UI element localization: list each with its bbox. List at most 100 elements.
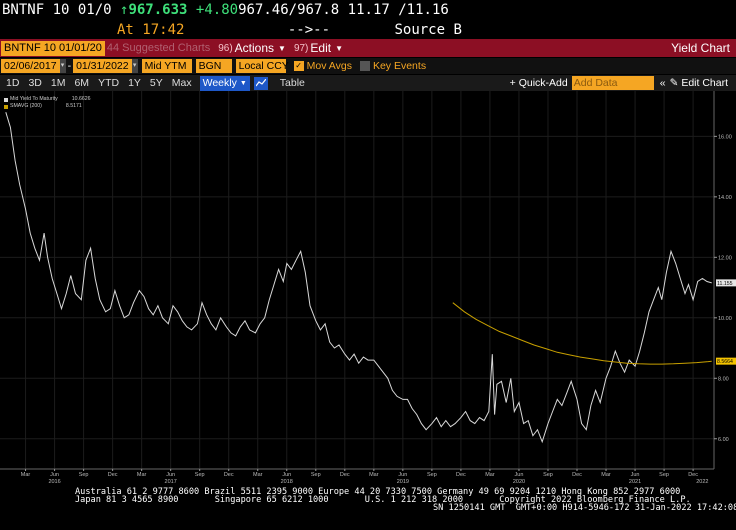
last-value-label: 8.5664 — [717, 359, 733, 365]
legend-yield-value: 10.6626 — [71, 96, 91, 102]
caret-down-icon: ▼ — [239, 79, 247, 87]
tick-up-icon: ↑ — [120, 2, 129, 18]
edit-menu[interactable]: 97) Edit ▼ — [294, 41, 343, 55]
last-value-label: 11.155 — [717, 281, 733, 287]
last-price: 967.633 — [128, 2, 188, 18]
legend-smavg-name: SMAVG (200) — [10, 103, 42, 109]
y-tick-label: 10.00 — [718, 316, 732, 322]
legend-swatch — [4, 97, 8, 102]
edit-chart-label: Edit Chart — [681, 77, 728, 89]
range-1m[interactable]: 1M — [51, 77, 66, 89]
x-year-label: 2019 — [397, 479, 409, 485]
footer: Australia 61 2 9777 8600 Brazil 5511 239… — [0, 486, 736, 530]
x-tick-label: Mar — [21, 472, 31, 478]
page-title: Yield Chart — [671, 41, 730, 55]
y-tick-label: 14.00 — [718, 195, 732, 201]
legend-swatch — [4, 104, 8, 109]
x-tick-label: Jun — [631, 472, 640, 478]
actions-menu[interactable]: 96) Actions ▼ — [218, 41, 286, 55]
x-tick-label: Mar — [601, 472, 611, 478]
legend-yield-name: Mid Yield To Maturity — [10, 96, 58, 102]
table-button[interactable]: Table — [280, 77, 305, 89]
x-year-label: 2018 — [281, 479, 293, 485]
frequency-selector[interactable]: Weekly ▼ — [199, 75, 250, 91]
pricing-source-field[interactable]: BGN — [195, 59, 232, 73]
caret-down-icon: ▼ — [335, 43, 343, 53]
x-tick-label: Dec — [108, 472, 118, 478]
x-tick-label: Dec — [224, 472, 234, 478]
settings-row: 02/06/2017 ▾ - 01/31/2022 ▾ Mid YTM BGN … — [0, 58, 736, 74]
x-year-label: 2022 — [696, 479, 708, 485]
ask-price: /967.8 — [288, 2, 340, 18]
x-tick-label: Jun — [166, 472, 175, 478]
legend-smavg-value: 8.5171 — [65, 103, 82, 109]
x-tick-label: Mar — [369, 472, 379, 478]
yield-bid: 11.17 — [347, 2, 390, 18]
x-tick-label: Sep — [427, 472, 437, 478]
x-tick-label: Dec — [456, 472, 466, 478]
edit-chart-button[interactable]: ✎ Edit Chart — [670, 77, 728, 89]
x-year-label: 2016 — [48, 479, 60, 485]
x-tick-label: Dec — [340, 472, 350, 478]
mov-avgs-label[interactable]: Mov Avgs — [307, 60, 352, 72]
x-tick-label: Mar — [137, 472, 147, 478]
range-ytd[interactable]: YTD — [98, 77, 119, 89]
range-max[interactable]: Max — [172, 77, 192, 89]
field-selector[interactable]: Mid YTM — [141, 59, 192, 73]
collapse-icon[interactable]: « — [660, 77, 666, 89]
x-tick-label: Sep — [79, 472, 89, 478]
calendar-icon[interactable]: ▾ — [59, 59, 66, 73]
x-year-label: 2020 — [513, 479, 525, 485]
key-events-label[interactable]: Key Events — [373, 60, 426, 72]
pencil-icon: ✎ — [669, 77, 679, 89]
security-field[interactable]: BNTNF 10 01/01/20 — [1, 40, 105, 56]
x-tick-label: Sep — [311, 472, 321, 478]
quote-time: At 17:42 — [117, 22, 185, 38]
chart-canvas[interactable]: 6.00 8.00 10.00 12.00 14.00 16.00 Mar Jun Sep Dec… — [0, 91, 736, 486]
x-tick-label: Mar — [485, 472, 495, 478]
legend-smavg: SMAVG (200) 8.5171 — [4, 103, 91, 110]
range-6m[interactable]: 6M — [74, 77, 89, 89]
range-3d[interactable]: 3D — [28, 77, 41, 89]
range-5y[interactable]: 5Y — [150, 77, 163, 89]
yield-ask: /11.16 — [398, 2, 449, 18]
caret-down-icon: ▼ — [278, 43, 286, 53]
x-tick-label: Sep — [543, 472, 553, 478]
currency-field[interactable]: Local CCY — [235, 59, 289, 73]
frequency-label: Weekly — [202, 76, 237, 89]
line-chart-icon[interactable] — [253, 76, 268, 90]
x-year-label: 2017 — [165, 479, 177, 485]
y-tick-label: 8.00 — [718, 376, 729, 382]
x-tick-label: Jun — [50, 472, 59, 478]
y-tick-label: 12.00 — [718, 255, 732, 261]
quote-dashes: -->-- — [287, 22, 331, 38]
x-year-label: 2021 — [629, 479, 641, 485]
end-date-field[interactable]: 01/31/2022 — [73, 59, 132, 73]
smavg-line — [452, 302, 712, 365]
price-change: +4.80 — [195, 2, 239, 18]
range-1y[interactable]: 1Y — [128, 77, 141, 89]
quote-source: Source B — [394, 22, 462, 38]
start-date-field[interactable]: 02/06/2017 — [1, 59, 60, 73]
x-tick-label: Sep — [659, 472, 669, 478]
add-data-input[interactable]: Add Data — [571, 76, 654, 90]
quote-line: BNTNF 10 01/0 ↑967.633 +4.80967.46/967.8… — [2, 2, 449, 20]
calendar-icon[interactable]: ▾ — [131, 59, 138, 73]
footer-line-3: SN 1250141 GMT GMT+0:00 H914-5946-172 31… — [433, 503, 736, 513]
x-tick-label: Jun — [398, 472, 407, 478]
quote-line-2: At 17:42 -->-- Source B — [2, 22, 462, 38]
edit-label: Edit — [310, 41, 332, 55]
date-separator: - — [67, 60, 72, 72]
quote-ticker: BNTNF 10 01/0 — [2, 2, 112, 18]
quick-add-button[interactable]: + Quick-Add — [510, 77, 568, 89]
yield-chart[interactable]: 6.00 8.00 10.00 12.00 14.00 16.00 Mar Jun Sep Dec… — [0, 91, 736, 486]
suggested-charts-button[interactable]: 44 Suggested Charts — [107, 42, 210, 54]
range-1d[interactable]: 1D — [6, 77, 19, 89]
range-row: 1D 3D 1M 6M YTD 1Y 5Y Max Weekly ▼ Table… — [0, 75, 736, 91]
mov-avgs-checkbox[interactable]: ✓ — [293, 61, 304, 71]
legend-yield: Mid Yield To Maturity 10.6626 — [4, 96, 91, 103]
key-events-checkbox[interactable] — [359, 61, 370, 71]
actions-label: Actions — [234, 41, 275, 55]
x-tick-label: Jun — [515, 472, 524, 478]
y-tick-label: 6.00 — [718, 437, 729, 443]
